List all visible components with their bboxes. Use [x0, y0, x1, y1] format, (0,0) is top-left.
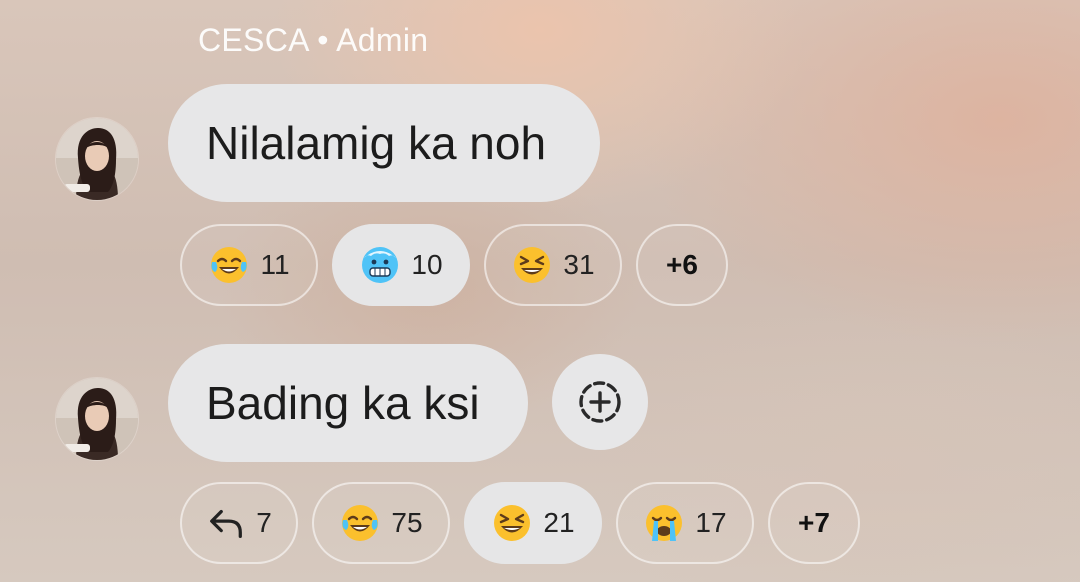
reaction-row: 11 10 31 +6: [180, 224, 728, 306]
tears-of-joy-icon: [342, 505, 379, 541]
message-text: Bading ka ksi: [206, 377, 480, 429]
reaction-chip-grinning-squinting[interactable]: 21: [464, 482, 602, 564]
sender-name: CESCA: [198, 22, 308, 58]
sender-role: Admin: [336, 22, 429, 58]
message-bubble[interactable]: Nilalamig ka noh: [168, 84, 600, 202]
reply-count: 7: [256, 507, 272, 538]
more-reactions-chip[interactable]: +7: [768, 482, 860, 564]
message-bubble[interactable]: Bading ka ksi: [168, 344, 528, 462]
add-reaction-button[interactable]: [552, 354, 648, 450]
reaction-chip-loudly-crying[interactable]: 17: [616, 482, 754, 564]
avatar-photo: [56, 118, 138, 200]
reaction-count: 17: [695, 507, 727, 538]
reaction-chip-tears-of-joy[interactable]: 11: [180, 224, 318, 306]
reaction-count: 31: [563, 249, 595, 280]
reaction-row: 7 75 21 17 +7: [180, 482, 860, 564]
reaction-chip-grinning-squinting[interactable]: 31: [484, 224, 622, 306]
avatar[interactable]: [56, 378, 138, 460]
add-reaction-icon: [579, 381, 621, 423]
sender-separator: •: [317, 22, 329, 58]
more-reactions-count: +7: [798, 507, 830, 538]
reaction-chip-tears-of-joy[interactable]: 75: [312, 482, 450, 564]
tears-of-joy-icon: [211, 247, 248, 283]
loudly-crying-face-icon: [646, 505, 683, 541]
more-reactions-chip[interactable]: +6: [636, 224, 728, 306]
reaction-count: 11: [260, 249, 290, 280]
reply-count-chip[interactable]: 7: [180, 482, 298, 564]
avatar[interactable]: [56, 118, 138, 200]
sender-header: CESCA • Admin: [198, 22, 428, 59]
reaction-count: 75: [391, 507, 423, 538]
grinning-squinting-face-icon: [514, 247, 551, 283]
message-text: Nilalamig ka noh: [206, 117, 547, 169]
reaction-count: 10: [411, 249, 443, 280]
reaction-chip-cold-face[interactable]: 10: [332, 224, 470, 306]
reaction-count: 21: [543, 507, 575, 538]
more-reactions-count: +6: [666, 249, 698, 280]
reply-icon: [210, 509, 243, 538]
avatar-photo: [56, 378, 138, 460]
grinning-squinting-face-icon: [494, 505, 531, 541]
cold-face-icon: [362, 247, 399, 283]
